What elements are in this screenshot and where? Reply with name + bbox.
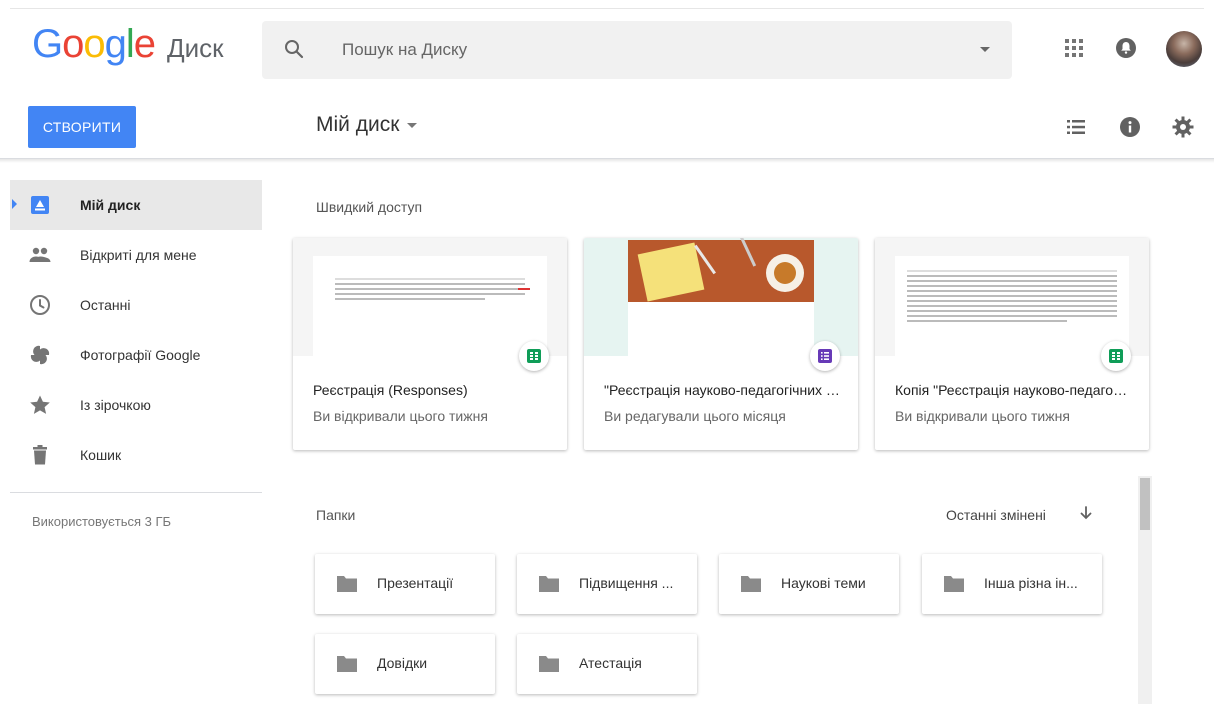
form-header-image [628,238,814,302]
file-title: "Реєстрація науково-педагогічних працівн… [604,382,840,398]
photos-pinwheel-icon [30,345,50,365]
search-input[interactable] [342,21,942,79]
sidebar-item-label: Із зірочкою [80,397,151,413]
spreadsheet-preview [313,256,547,356]
clock-icon [30,295,50,315]
trash-icon [33,445,47,465]
search-bar[interactable] [262,21,1012,79]
apps-grid-icon[interactable] [1062,36,1086,60]
sidebar-item-label: Відкриті для мене [80,247,197,263]
sidebar-item-google-photos[interactable]: Фотографії Google [10,330,262,380]
sheets-file-icon [1101,341,1131,371]
my-drive-icon [31,196,49,214]
chevron-down-icon [407,122,418,128]
folder-name: Наукові теми [781,575,866,591]
spreadsheet-preview [895,256,1129,356]
file-activity: Ви відкривали цього тижня [313,408,488,424]
quick-access-card[interactable]: "Реєстрація науково-педагогічних працівн… [584,238,858,450]
sidebar-item-my-drive[interactable]: Мій диск [10,180,262,230]
folder-icon [337,656,357,672]
search-icon[interactable] [282,37,306,61]
list-view-icon[interactable] [1064,115,1088,139]
sidebar-item-recent[interactable]: Останні [10,280,262,330]
settings-gear-icon[interactable] [1171,115,1195,139]
folder-name: Підвищення ... [579,575,674,591]
folder-name: Презентації [377,575,454,591]
folder-icon [944,576,964,592]
file-title: Реєстрація (Responses) [313,382,468,398]
sidebar-item-label: Мій диск [80,197,141,213]
sort-by-button[interactable]: Останні змінені [946,507,1046,523]
star-icon [30,395,50,414]
folder-icon [539,576,559,592]
top-border [10,8,1204,9]
quick-access-card[interactable]: Копія "Реєстрація науково-педагогічних п… [875,238,1149,450]
logo[interactable]: Google Диск [32,22,224,72]
sidebar-item-trash[interactable]: Кошик [10,430,262,480]
folder-item[interactable]: Довідки [315,634,495,694]
quick-access-label: Швидкий доступ [316,199,423,215]
file-title: Копія "Реєстрація науково-педагогічних п… [895,382,1131,398]
folder-name: Атестація [579,655,642,671]
sidebar-item-starred[interactable]: Із зірочкою [10,380,262,430]
scrollbar-thumb[interactable] [1140,478,1150,530]
folder-name: Довідки [377,655,428,671]
folder-item[interactable]: Презентації [315,554,495,614]
forms-file-icon [810,341,840,371]
info-icon[interactable] [1118,115,1142,139]
main-scrollbar[interactable] [1138,476,1152,704]
sheets-file-icon [519,341,549,371]
expand-arrow-icon[interactable] [12,199,17,209]
file-thumbnail [293,238,567,356]
my-drive-title-dropdown[interactable]: Мій диск [316,113,418,137]
sidebar-item-label: Фотографії Google [80,347,201,363]
search-options-dropdown-icon[interactable] [980,47,990,52]
folder-item[interactable]: Підвищення ... [517,554,697,614]
sidebar-item-label: Кошик [80,447,122,463]
sidebar-divider [10,492,262,493]
quick-access-card[interactable]: Реєстрація (Responses) Ви відкривали цьо… [293,238,567,450]
file-activity: Ви редагували цього місяця [604,408,786,424]
sidebar-item-shared-with-me[interactable]: Відкриті для мене [10,230,262,280]
sidebar-nav: Мій диск Відкриті для мене Останні Фотог… [10,180,262,480]
google-logo: Google [32,22,156,66]
folder-item[interactable]: Атестація [517,634,697,694]
sidebar-item-label: Останні [80,297,131,313]
account-avatar[interactable] [1166,31,1202,67]
folder-icon [539,656,559,672]
folder-icon [741,576,761,592]
page-title: Мій диск [316,113,400,136]
file-activity: Ви відкривали цього тижня [895,408,1070,424]
toolbar-shadow [0,159,1214,163]
notifications-bell-icon[interactable] [1114,36,1138,60]
sort-direction-arrow-icon[interactable] [1077,504,1095,522]
folder-name: Інша різна ін... [984,575,1078,591]
storage-usage[interactable]: Використовується 3 ГБ [32,514,171,529]
shared-icon [29,247,51,262]
folder-item[interactable]: Наукові теми [719,554,899,614]
create-button[interactable]: СТВОРИТИ [28,106,136,148]
folders-label: Папки [316,507,356,523]
file-thumbnail [875,238,1149,356]
product-name: Диск [167,33,224,63]
folder-icon [337,576,357,592]
file-thumbnail [584,238,858,356]
folder-item[interactable]: Інша різна ін... [922,554,1102,614]
drive-app: Google Диск СТВОРИТИ Мій диск [0,0,1214,704]
